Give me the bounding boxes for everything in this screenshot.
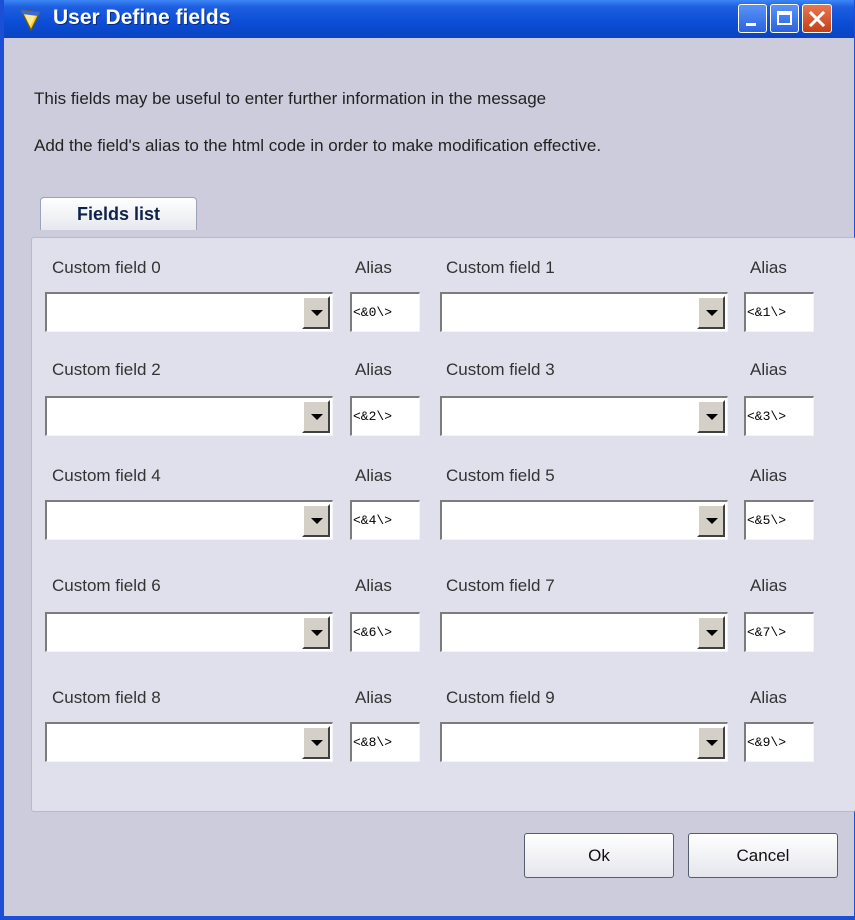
user-define-fields-dialog: User Define fields This fields may be us…	[0, 0, 855, 920]
alias-field-9[interactable]	[744, 722, 814, 762]
window-title: User Define fields	[53, 6, 231, 29]
alias-label: Alias	[750, 466, 787, 485]
info-text-1: This fields may be useful to enter furth…	[34, 89, 547, 108]
chevron-down-icon	[706, 310, 718, 316]
chevron-down-icon	[706, 630, 718, 636]
fields-panel: Custom field 0 Alias Custom field 1 Alia…	[31, 237, 855, 812]
chevron-down-icon	[706, 518, 718, 524]
alias-label: Alias	[750, 360, 787, 379]
custom-field-label: Custom field 5	[446, 466, 555, 485]
custom-field-label: Custom field 7	[446, 576, 555, 595]
custom-field-4-combo[interactable]	[45, 500, 333, 540]
dropdown-button[interactable]	[302, 616, 330, 649]
info-text-2: Add the field's alias to the html code i…	[34, 136, 602, 155]
chevron-down-icon	[311, 414, 323, 420]
alias-label: Alias	[355, 360, 392, 379]
dropdown-button[interactable]	[697, 616, 725, 649]
chevron-down-icon	[706, 740, 718, 746]
custom-field-label: Custom field 8	[52, 688, 161, 707]
maximize-icon	[777, 11, 792, 25]
custom-field-2-combo[interactable]	[45, 396, 333, 436]
alias-label: Alias	[750, 576, 787, 595]
dropdown-button[interactable]	[697, 726, 725, 759]
ok-button[interactable]: Ok	[524, 833, 674, 878]
minimize-icon	[746, 23, 756, 26]
custom-field-label: Custom field 2	[52, 360, 161, 379]
custom-field-0-combo[interactable]	[45, 292, 333, 332]
chevron-down-icon	[311, 740, 323, 746]
custom-field-5-combo[interactable]	[440, 500, 728, 540]
maximize-button[interactable]	[770, 4, 799, 33]
cancel-button[interactable]: Cancel	[688, 833, 838, 878]
app-shield-icon	[19, 9, 41, 32]
dropdown-button[interactable]	[697, 296, 725, 329]
custom-field-3-combo[interactable]	[440, 396, 728, 436]
dropdown-button[interactable]	[302, 726, 330, 759]
custom-field-6-combo[interactable]	[45, 612, 333, 652]
chevron-down-icon	[311, 518, 323, 524]
custom-field-label: Custom field 6	[52, 576, 161, 595]
custom-field-label: Custom field 3	[446, 360, 555, 379]
dropdown-button[interactable]	[302, 504, 330, 537]
alias-field-0[interactable]	[350, 292, 420, 332]
dropdown-button[interactable]	[697, 400, 725, 433]
alias-label: Alias	[355, 688, 392, 707]
dropdown-button[interactable]	[302, 296, 330, 329]
chevron-down-icon	[311, 310, 323, 316]
alias-field-7[interactable]	[744, 612, 814, 652]
close-button[interactable]	[802, 4, 832, 33]
custom-field-7-combo[interactable]	[440, 612, 728, 652]
custom-field-label: Custom field 0	[52, 258, 161, 277]
custom-field-label: Custom field 1	[446, 258, 555, 277]
dropdown-button[interactable]	[302, 400, 330, 433]
custom-field-1-combo[interactable]	[440, 292, 728, 332]
alias-field-3[interactable]	[744, 396, 814, 436]
alias-field-6[interactable]	[350, 612, 420, 652]
custom-field-8-combo[interactable]	[45, 722, 333, 762]
minimize-button[interactable]	[738, 4, 767, 33]
title-bar[interactable]: User Define fields	[4, 0, 854, 38]
close-icon	[808, 10, 826, 28]
chevron-down-icon	[311, 630, 323, 636]
alias-label: Alias	[355, 576, 392, 595]
alias-field-4[interactable]	[350, 500, 420, 540]
custom-field-label: Custom field 4	[52, 466, 161, 485]
alias-field-8[interactable]	[350, 722, 420, 762]
alias-label: Alias	[355, 258, 392, 277]
alias-label: Alias	[750, 688, 787, 707]
alias-field-1[interactable]	[744, 292, 814, 332]
custom-field-9-combo[interactable]	[440, 722, 728, 762]
custom-field-label: Custom field 9	[446, 688, 555, 707]
alias-field-5[interactable]	[744, 500, 814, 540]
dropdown-button[interactable]	[697, 504, 725, 537]
chevron-down-icon	[706, 414, 718, 420]
tab-fields-list[interactable]: Fields list	[40, 197, 197, 230]
alias-field-2[interactable]	[350, 396, 420, 436]
alias-label: Alias	[750, 258, 787, 277]
alias-label: Alias	[355, 466, 392, 485]
